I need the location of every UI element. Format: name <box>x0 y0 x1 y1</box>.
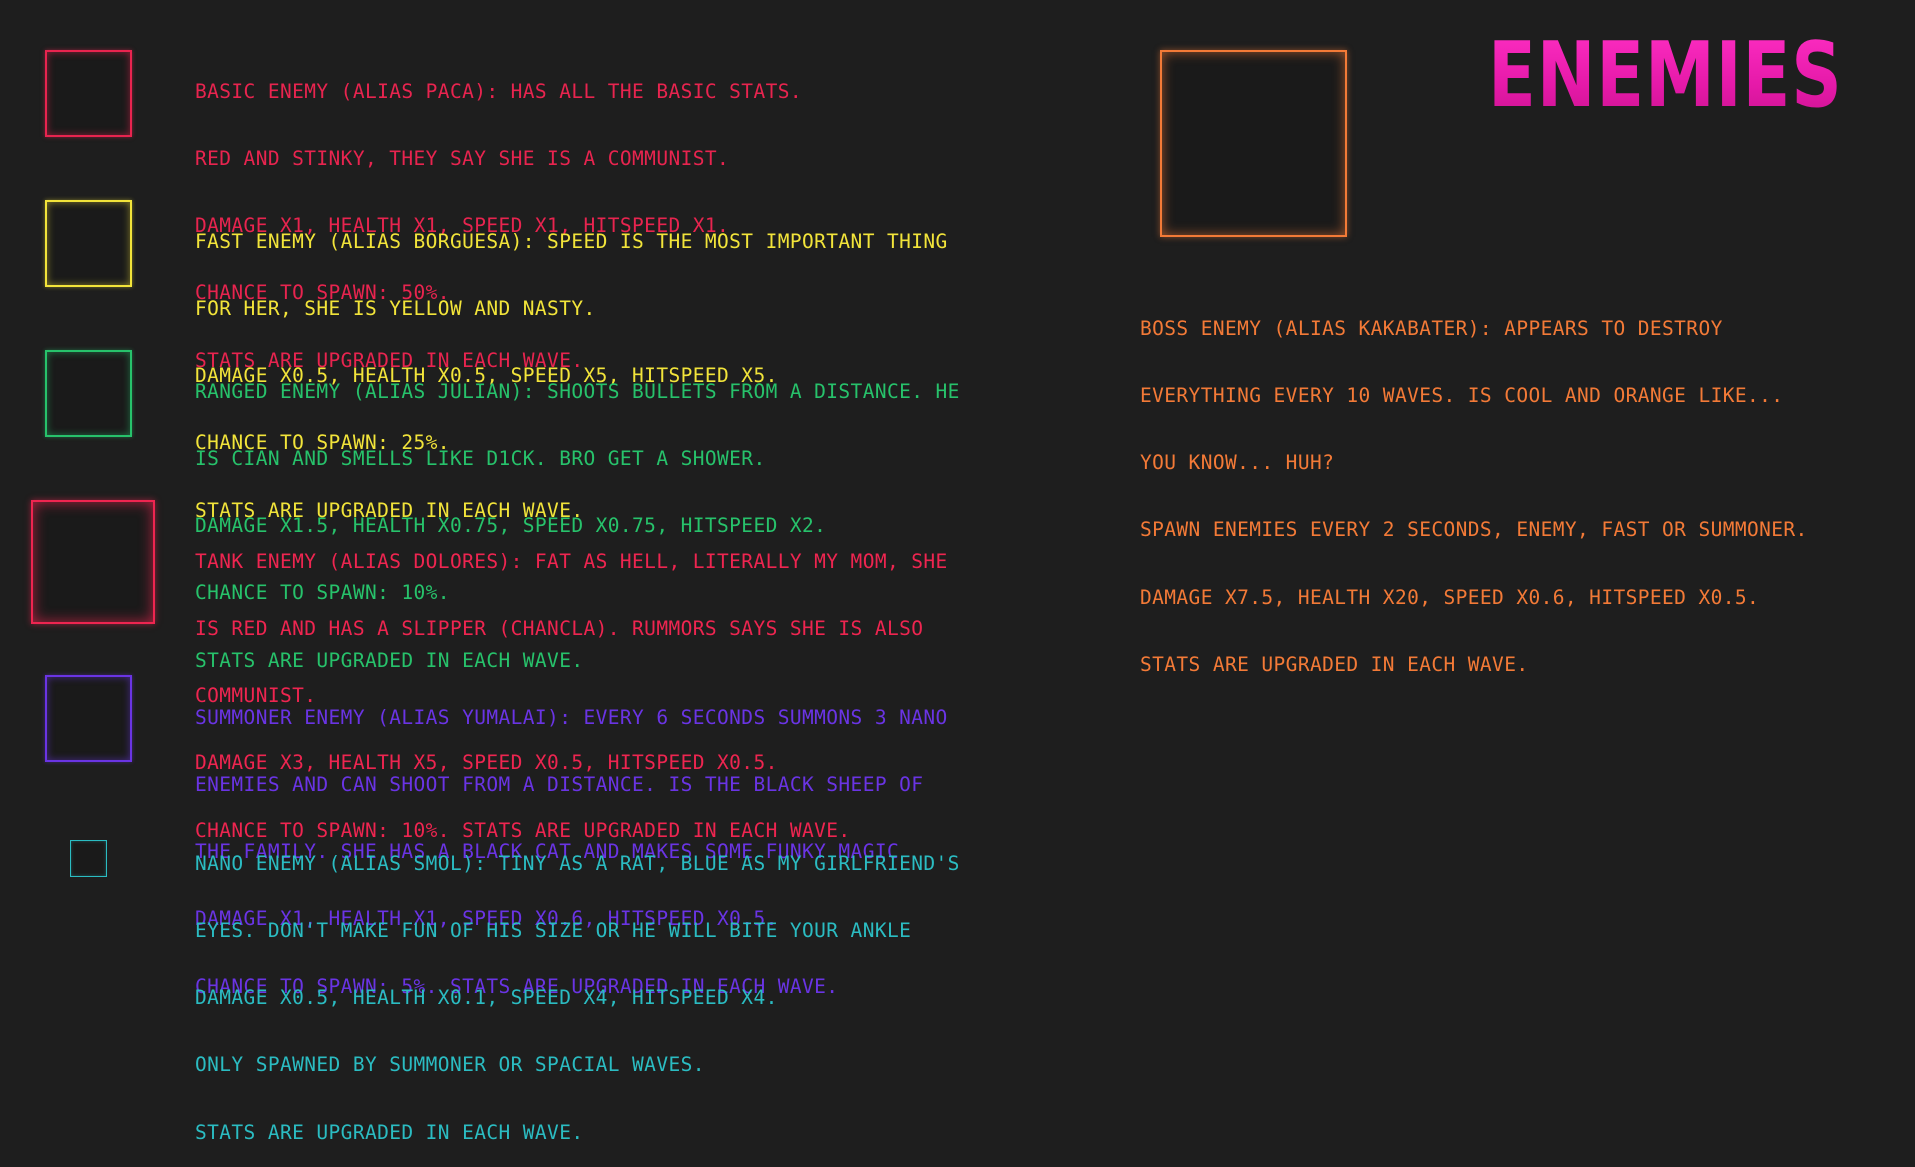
basic-enemy-line-2: RED AND STINKY, THEY SAY SHE IS A COMMUN… <box>195 147 730 171</box>
boss-enemy-description: BOSS ENEMY (ALIAS KAKABATER): APPEARS TO… <box>1140 273 1808 699</box>
nano-enemy-line-1: NANO ENEMY (ALIAS SMOL): TINY AS A RAT, … <box>195 851 960 875</box>
nano-enemy-line-5: STATS ARE UPGRADED IN EACH WAVE. <box>195 1120 584 1144</box>
fast-enemy-line-1: FAST ENEMY (ALIAS BORGUESA): SPEED IS TH… <box>195 229 948 253</box>
boss-enemy-line-1: BOSS ENEMY (ALIAS KAKABATER): APPEARS TO… <box>1140 316 1723 340</box>
nano-enemy-line-3: DAMAGE X0.5, HEALTH X0.1, SPEED X4, HITS… <box>195 986 778 1010</box>
boss-enemy-line-4: SPAWN ENEMIES EVERY 2 SECONDS, ENEMY, FA… <box>1140 518 1808 542</box>
nano-enemy-description: NANO ENEMY (ALIAS SMOL): TINY AS A RAT, … <box>195 808 960 1167</box>
ranged-enemy-line-1: RANGED ENEMY (ALIAS JULIAN): SHOOTS BULL… <box>195 379 960 403</box>
fast-enemy-swatch <box>45 200 132 287</box>
boss-enemy-line-5: DAMAGE X7.5, HEALTH X20, SPEED X0.6, HIT… <box>1140 585 1760 609</box>
nano-enemy-swatch <box>70 840 107 877</box>
summoner-enemy-line-1: SUMMONER ENEMY (ALIAS YUMALAI): EVERY 6 … <box>195 705 948 729</box>
fast-enemy-line-2: FOR HER, SHE IS YELLOW AND NASTY. <box>195 297 596 321</box>
tank-enemy-swatch <box>31 500 155 624</box>
tank-enemy-line-1: TANK ENEMY (ALIAS DOLORES): FAT AS HELL,… <box>195 549 948 573</box>
boss-enemy-line-2: EVERYTHING EVERY 10 WAVES. IS COOL AND O… <box>1140 384 1784 408</box>
summoner-enemy-swatch <box>45 675 132 762</box>
basic-enemy-swatch <box>45 50 132 137</box>
nano-enemy-line-2: EYES. DON'T MAKE FUN OF HIS SIZE OR HE W… <box>195 919 912 943</box>
basic-enemy-line-1: BASIC ENEMY (ALIAS PACA): HAS ALL THE BA… <box>195 79 802 103</box>
page-title: ENEMIES <box>1488 23 1843 128</box>
boss-enemy-swatch <box>1160 50 1347 237</box>
ranged-enemy-line-2: IS CIAN AND SMELLS LIKE D1CK. BRO GET A … <box>195 447 766 471</box>
tank-enemy-line-2: IS RED AND HAS A SLIPPER (CHANCLA). RUMM… <box>195 617 924 641</box>
summoner-enemy-line-2: ENEMIES AND CAN SHOOT FROM A DISTANCE. I… <box>195 773 924 797</box>
nano-enemy-line-4: ONLY SPAWNED BY SUMMONER OR SPACIAL WAVE… <box>195 1053 705 1077</box>
boss-enemy-line-6: STATS ARE UPGRADED IN EACH WAVE. <box>1140 652 1529 676</box>
ranged-enemy-swatch <box>45 350 132 437</box>
boss-enemy-line-3: YOU KNOW... HUH? <box>1140 451 1335 475</box>
